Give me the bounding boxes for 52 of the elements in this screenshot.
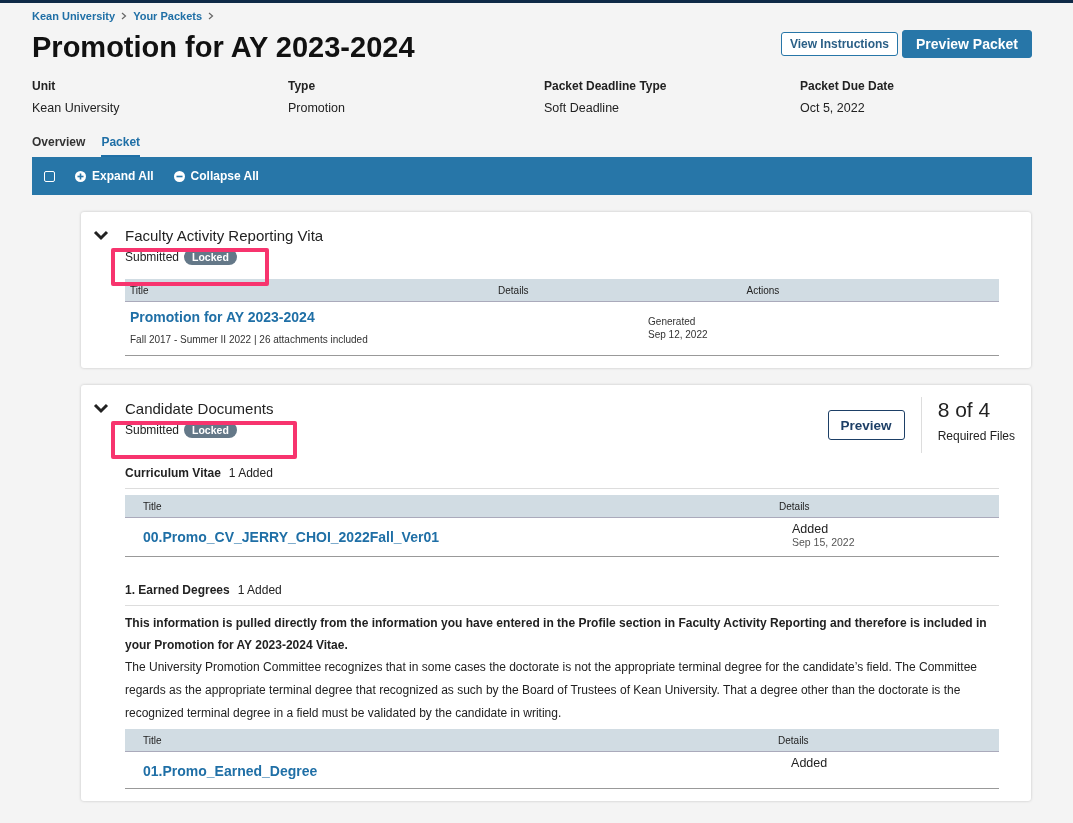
tab[interactable]: Overview — [32, 135, 86, 157]
section-title: 1. Earned Degrees — [125, 583, 230, 597]
breadcrumb-link[interactable]: Your Packets — [133, 10, 203, 22]
column-header: Title — [125, 495, 774, 518]
detail-status: Generated — [648, 316, 697, 327]
column-header: Actions — [741, 279, 999, 302]
field-label: Unit — [32, 79, 57, 93]
preview-button[interactable]: Preview — [827, 410, 905, 440]
document-link[interactable]: 01.Promo_Earned_Degree — [143, 763, 318, 779]
detail-status: Added — [792, 522, 830, 536]
page-title: Promotion for AY 2023-2024 — [32, 30, 415, 65]
column-header: Title — [125, 279, 494, 302]
field-label: Packet Due Date — [800, 79, 896, 93]
field-value: Soft Deadline — [544, 101, 621, 115]
document-link[interactable]: 00.Promo_CV_JERRY_CHOI_2022Fall_Ver01 — [143, 529, 439, 545]
column-header: Details — [773, 729, 999, 752]
breadcrumb-link[interactable]: Kean University — [32, 10, 116, 22]
collapse-all-button[interactable]: Collapse All — [173, 169, 259, 183]
info-note: This information is pulled directly from the information you have entered in the Profile section in Faculty Activity Reporting and therefore is included in your Promotion for AY 2023-2024 Vitae. — [125, 615, 988, 654]
plus-circle-icon — [75, 170, 86, 182]
minus-circle-icon — [173, 170, 185, 182]
chevron-down-icon[interactable] — [93, 403, 109, 415]
column-header: Details — [774, 495, 999, 518]
field-label: Packet Deadline Type — [544, 79, 668, 93]
status-text: Submitted — [125, 250, 180, 264]
added-count: 1 Added — [228, 466, 273, 480]
detail-status: Added — [791, 756, 829, 770]
added-count: 1 Added — [237, 583, 282, 597]
status-text: Submitted — [125, 423, 180, 437]
card-title: Candidate Documents — [125, 399, 274, 419]
column-header: Title — [125, 729, 774, 752]
file-count: 8 of 4 — [937, 397, 992, 423]
packet-summary: Fall 2017 - Summer II 2022 | 26 attachments included — [130, 334, 369, 345]
select-all-checkbox[interactable] — [44, 170, 55, 182]
policy-text: The University Promotion Committee recognizes that in some cases the doctorate is not the appropriate terminal degree for the candidate’s field. The Committee regards as the appropriate terminal degree that recognized as such by the Board of Trustees of Kean University. That a degree other than the doctorate is the recognized terminal degree in a field must be validated by the candidate in writing. — [125, 659, 978, 722]
detail-date: Sep 12, 2022 — [648, 329, 709, 340]
chevron-right-icon — [121, 12, 128, 20]
field-value: Oct 5, 2022 — [800, 101, 866, 115]
count-label: Required Files — [937, 429, 1015, 443]
card-title: Faculty Activity Reporting Vita — [125, 226, 324, 246]
expand-all-button[interactable]: Expand All — [75, 169, 154, 183]
field-value: Promotion — [288, 101, 346, 115]
chevron-down-icon[interactable] — [93, 230, 109, 242]
chevron-right-icon — [208, 12, 215, 20]
detail-date: Sep 15, 2022 — [792, 536, 856, 548]
column-header: Details — [493, 279, 742, 302]
view-instructions-button[interactable]: View Instructions — [780, 32, 899, 56]
section-title: Curriculum Vitae — [125, 466, 221, 480]
packet-link[interactable]: Promotion for AY 2023-2024 — [130, 309, 315, 325]
field-value: Kean University — [32, 101, 121, 115]
preview-packet-button[interactable]: Preview Packet — [902, 30, 1032, 58]
field-label: Type — [288, 79, 317, 93]
